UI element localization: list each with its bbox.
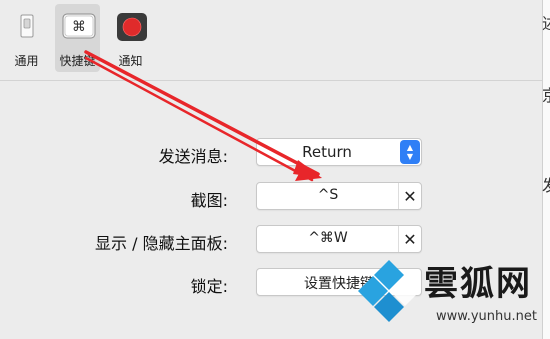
tab-shortcuts-label: 快捷键 bbox=[59, 54, 96, 68]
command-key-icon: ⌘ bbox=[62, 12, 96, 40]
send-message-value: Return bbox=[302, 143, 352, 161]
toggle-main-panel-shortcut-field[interactable]: ^⌘W ✕ bbox=[256, 225, 422, 253]
watermark-logo-icon bbox=[358, 260, 420, 322]
close-icon: ✕ bbox=[403, 229, 417, 249]
toolbar: 通用 ⌘ 快捷键 通知 bbox=[0, 0, 542, 81]
screenshot-label: 截图: bbox=[190, 191, 228, 210]
toggle-main-panel-label: 显示 / 隐藏主面板: bbox=[95, 234, 228, 253]
popup-stepper-icon[interactable]: ▲ ▼ bbox=[400, 140, 420, 164]
screenshot-shortcut-value: ^S bbox=[317, 187, 339, 203]
clear-screenshot-shortcut-button[interactable]: ✕ bbox=[398, 183, 421, 209]
tab-notifications[interactable]: 通知 bbox=[108, 4, 153, 72]
general-switch-icon bbox=[11, 12, 43, 40]
send-message-label: 发送消息: bbox=[158, 147, 228, 166]
record-icon bbox=[115, 12, 147, 41]
watermark: 雲狐网 www.yunhu.net bbox=[356, 256, 550, 339]
close-icon: ✕ bbox=[403, 186, 417, 206]
command-glyph: ⌘ bbox=[72, 19, 86, 35]
toggle-main-panel-shortcut-value: ^⌘W bbox=[308, 230, 348, 246]
tab-general-label: 通用 bbox=[14, 54, 39, 68]
send-message-popup[interactable]: Return ▲ ▼ bbox=[256, 138, 422, 166]
screenshot-shortcut-field[interactable]: ^S ✕ bbox=[256, 182, 422, 210]
lock-label: 锁定: bbox=[190, 277, 228, 296]
tab-shortcuts[interactable]: ⌘ 快捷键 bbox=[55, 4, 100, 72]
watermark-brand: 雲狐网 bbox=[424, 264, 532, 304]
watermark-url: www.yunhu.net bbox=[436, 309, 537, 324]
clear-toggle-shortcut-button[interactable]: ✕ bbox=[398, 226, 421, 252]
tab-notifications-label: 通知 bbox=[118, 54, 143, 68]
tab-general[interactable]: 通用 bbox=[4, 4, 49, 72]
